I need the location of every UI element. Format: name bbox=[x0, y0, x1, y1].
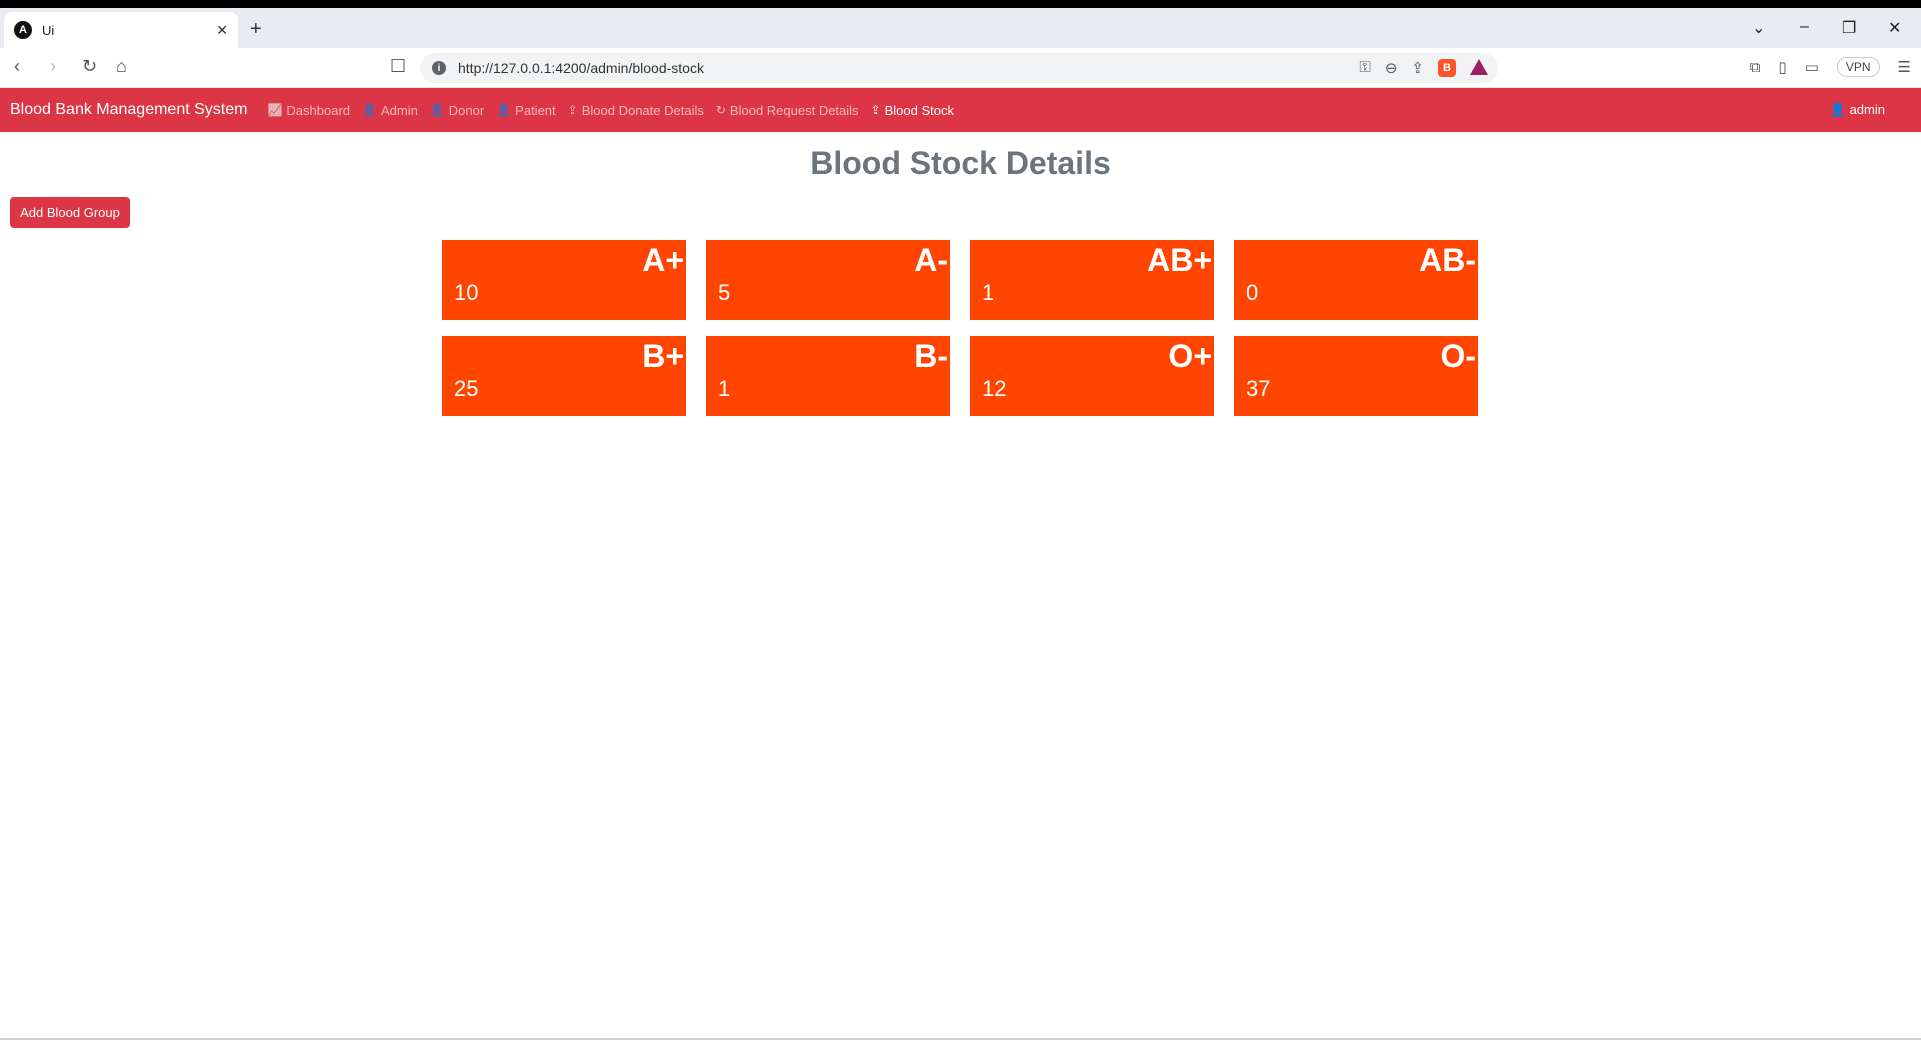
app-navbar: Blood Bank Management System 📈 Dashboard … bbox=[0, 88, 1921, 132]
blood-group: B- bbox=[914, 338, 948, 374]
blood-group: B+ bbox=[642, 338, 684, 374]
address-bar: ‹ › ↻ ⌂ ☐ i http://127.0.0.1:4200/admin/… bbox=[0, 48, 1921, 88]
page-title: Blood Stock Details bbox=[810, 145, 1111, 181]
blood-stock-grid: A+ 10 A- 5 AB+ 1 AB- 0 B+ 25 B- 1 O+ 12 O- 37 bbox=[442, 240, 1479, 416]
new-tab-icon[interactable]: + bbox=[250, 18, 262, 41]
stock-units: 10 bbox=[454, 280, 479, 305]
wallet-icon[interactable]: ▭ bbox=[1805, 58, 1819, 76]
url-text: http://127.0.0.1:4200/admin/blood-stock bbox=[458, 60, 704, 76]
nav-blood-donate-details[interactable]: ⇪ Blood Donate Details bbox=[568, 103, 704, 118]
blood-group: AB- bbox=[1419, 242, 1476, 278]
nav-label: Patient bbox=[515, 102, 556, 118]
bookmark-icon[interactable]: ☐ bbox=[390, 56, 406, 77]
user-name: admin bbox=[1849, 102, 1885, 117]
nav-label: Blood Request Details bbox=[729, 102, 859, 118]
user-icon: 👤 bbox=[362, 103, 377, 117]
site-info-icon[interactable]: i bbox=[432, 61, 446, 75]
stock-card-ab-pos: AB+ 1 bbox=[970, 240, 1214, 320]
zoom-icon[interactable]: ⊖ bbox=[1385, 59, 1398, 77]
blood-group: O+ bbox=[1168, 338, 1212, 374]
stock-units: 12 bbox=[982, 376, 1007, 401]
key-icon[interactable]: ⚿ bbox=[1359, 59, 1370, 77]
stock-card-b-pos: B+ 25 bbox=[442, 336, 686, 416]
nav-label: Blood Donate Details bbox=[581, 102, 704, 118]
nav-patient[interactable]: 👤 Patient bbox=[496, 103, 555, 118]
home-icon[interactable]: ⌂ bbox=[116, 56, 127, 77]
stock-units: 1 bbox=[718, 376, 731, 401]
stock-units: 0 bbox=[1246, 280, 1259, 305]
share-icon[interactable]: ⇪ bbox=[1411, 59, 1424, 77]
refresh-icon: ↻ bbox=[715, 103, 726, 117]
nav-donor[interactable]: 👤 Donor bbox=[430, 103, 484, 118]
stock-units: 25 bbox=[454, 376, 479, 401]
blood-group: O- bbox=[1440, 338, 1476, 374]
close-tab-icon[interactable]: ✕ bbox=[216, 22, 228, 39]
brand-title[interactable]: Blood Bank Management System bbox=[10, 101, 247, 119]
brave-rewards-icon[interactable] bbox=[1470, 59, 1488, 75]
user-icon: 👤 bbox=[429, 103, 445, 117]
stock-card-a-pos: A+ 10 bbox=[442, 240, 686, 320]
stock-card-o-pos: O+ 12 bbox=[970, 336, 1214, 416]
nav-label: Admin bbox=[380, 102, 418, 118]
stock-units: 5 bbox=[718, 280, 731, 305]
nav-blood-request-details[interactable]: ↻ Blood Request Details bbox=[716, 103, 859, 118]
donate-icon: ⇪ bbox=[870, 103, 881, 117]
tab-search-icon[interactable]: ⌄ bbox=[1752, 18, 1765, 38]
vpn-button[interactable]: VPN bbox=[1836, 57, 1880, 77]
sidebar-icon[interactable]: ▯ bbox=[1778, 58, 1786, 76]
brave-shields-icon[interactable]: B bbox=[1438, 59, 1456, 77]
back-icon[interactable]: ‹ bbox=[14, 56, 20, 77]
blood-group: A- bbox=[914, 242, 948, 278]
browser-tab[interactable]: A Ui ✕ bbox=[4, 12, 238, 48]
stock-card-a-neg: A- 5 bbox=[706, 240, 950, 320]
blood-group: A+ bbox=[642, 242, 684, 278]
nav-label: Blood Stock bbox=[884, 102, 954, 118]
menu-icon[interactable]: ☰ bbox=[1898, 58, 1911, 76]
stock-units: 37 bbox=[1246, 376, 1271, 401]
chart-icon: 📈 bbox=[267, 103, 283, 117]
user-menu[interactable]: 👤 admin bbox=[1830, 102, 1885, 118]
nav-dashboard[interactable]: 📈 Dashboard bbox=[267, 103, 350, 118]
stock-card-o-neg: O- 37 bbox=[1234, 336, 1478, 416]
nav-admin[interactable]: 👤 Admin bbox=[362, 103, 418, 118]
close-window-icon[interactable]: ✕ bbox=[1888, 18, 1901, 38]
blood-group: AB+ bbox=[1147, 242, 1212, 278]
user-icon: 👤 bbox=[496, 103, 512, 117]
restore-icon[interactable]: ❐ bbox=[1842, 18, 1856, 38]
tab-strip: A Ui ✕ + ⌄ – ❐ ✕ bbox=[0, 8, 1921, 48]
nav-label: Dashboard bbox=[286, 102, 351, 118]
angular-favicon-icon: A bbox=[14, 21, 32, 39]
nav-blood-stock[interactable]: ⇪ Blood Stock bbox=[871, 103, 954, 118]
user-icon: 👤 bbox=[1829, 102, 1850, 117]
window-top-bar bbox=[0, 0, 1921, 8]
extensions-icon[interactable]: ⧉ bbox=[1750, 59, 1761, 76]
stock-card-b-neg: B- 1 bbox=[706, 336, 950, 416]
tab-title: Ui bbox=[42, 22, 55, 38]
nav-label: Donor bbox=[448, 102, 485, 118]
stock-card-ab-neg: AB- 0 bbox=[1234, 240, 1478, 320]
forward-icon[interactable]: › bbox=[50, 56, 56, 77]
add-blood-group-button[interactable]: Add Blood Group bbox=[10, 197, 130, 228]
reload-icon[interactable]: ↻ bbox=[82, 56, 97, 77]
donate-icon: ⇪ bbox=[567, 103, 578, 117]
stock-units: 1 bbox=[982, 280, 995, 305]
url-field[interactable]: i http://127.0.0.1:4200/admin/blood-stoc… bbox=[420, 53, 1498, 83]
minimize-icon[interactable]: – bbox=[1800, 18, 1809, 36]
